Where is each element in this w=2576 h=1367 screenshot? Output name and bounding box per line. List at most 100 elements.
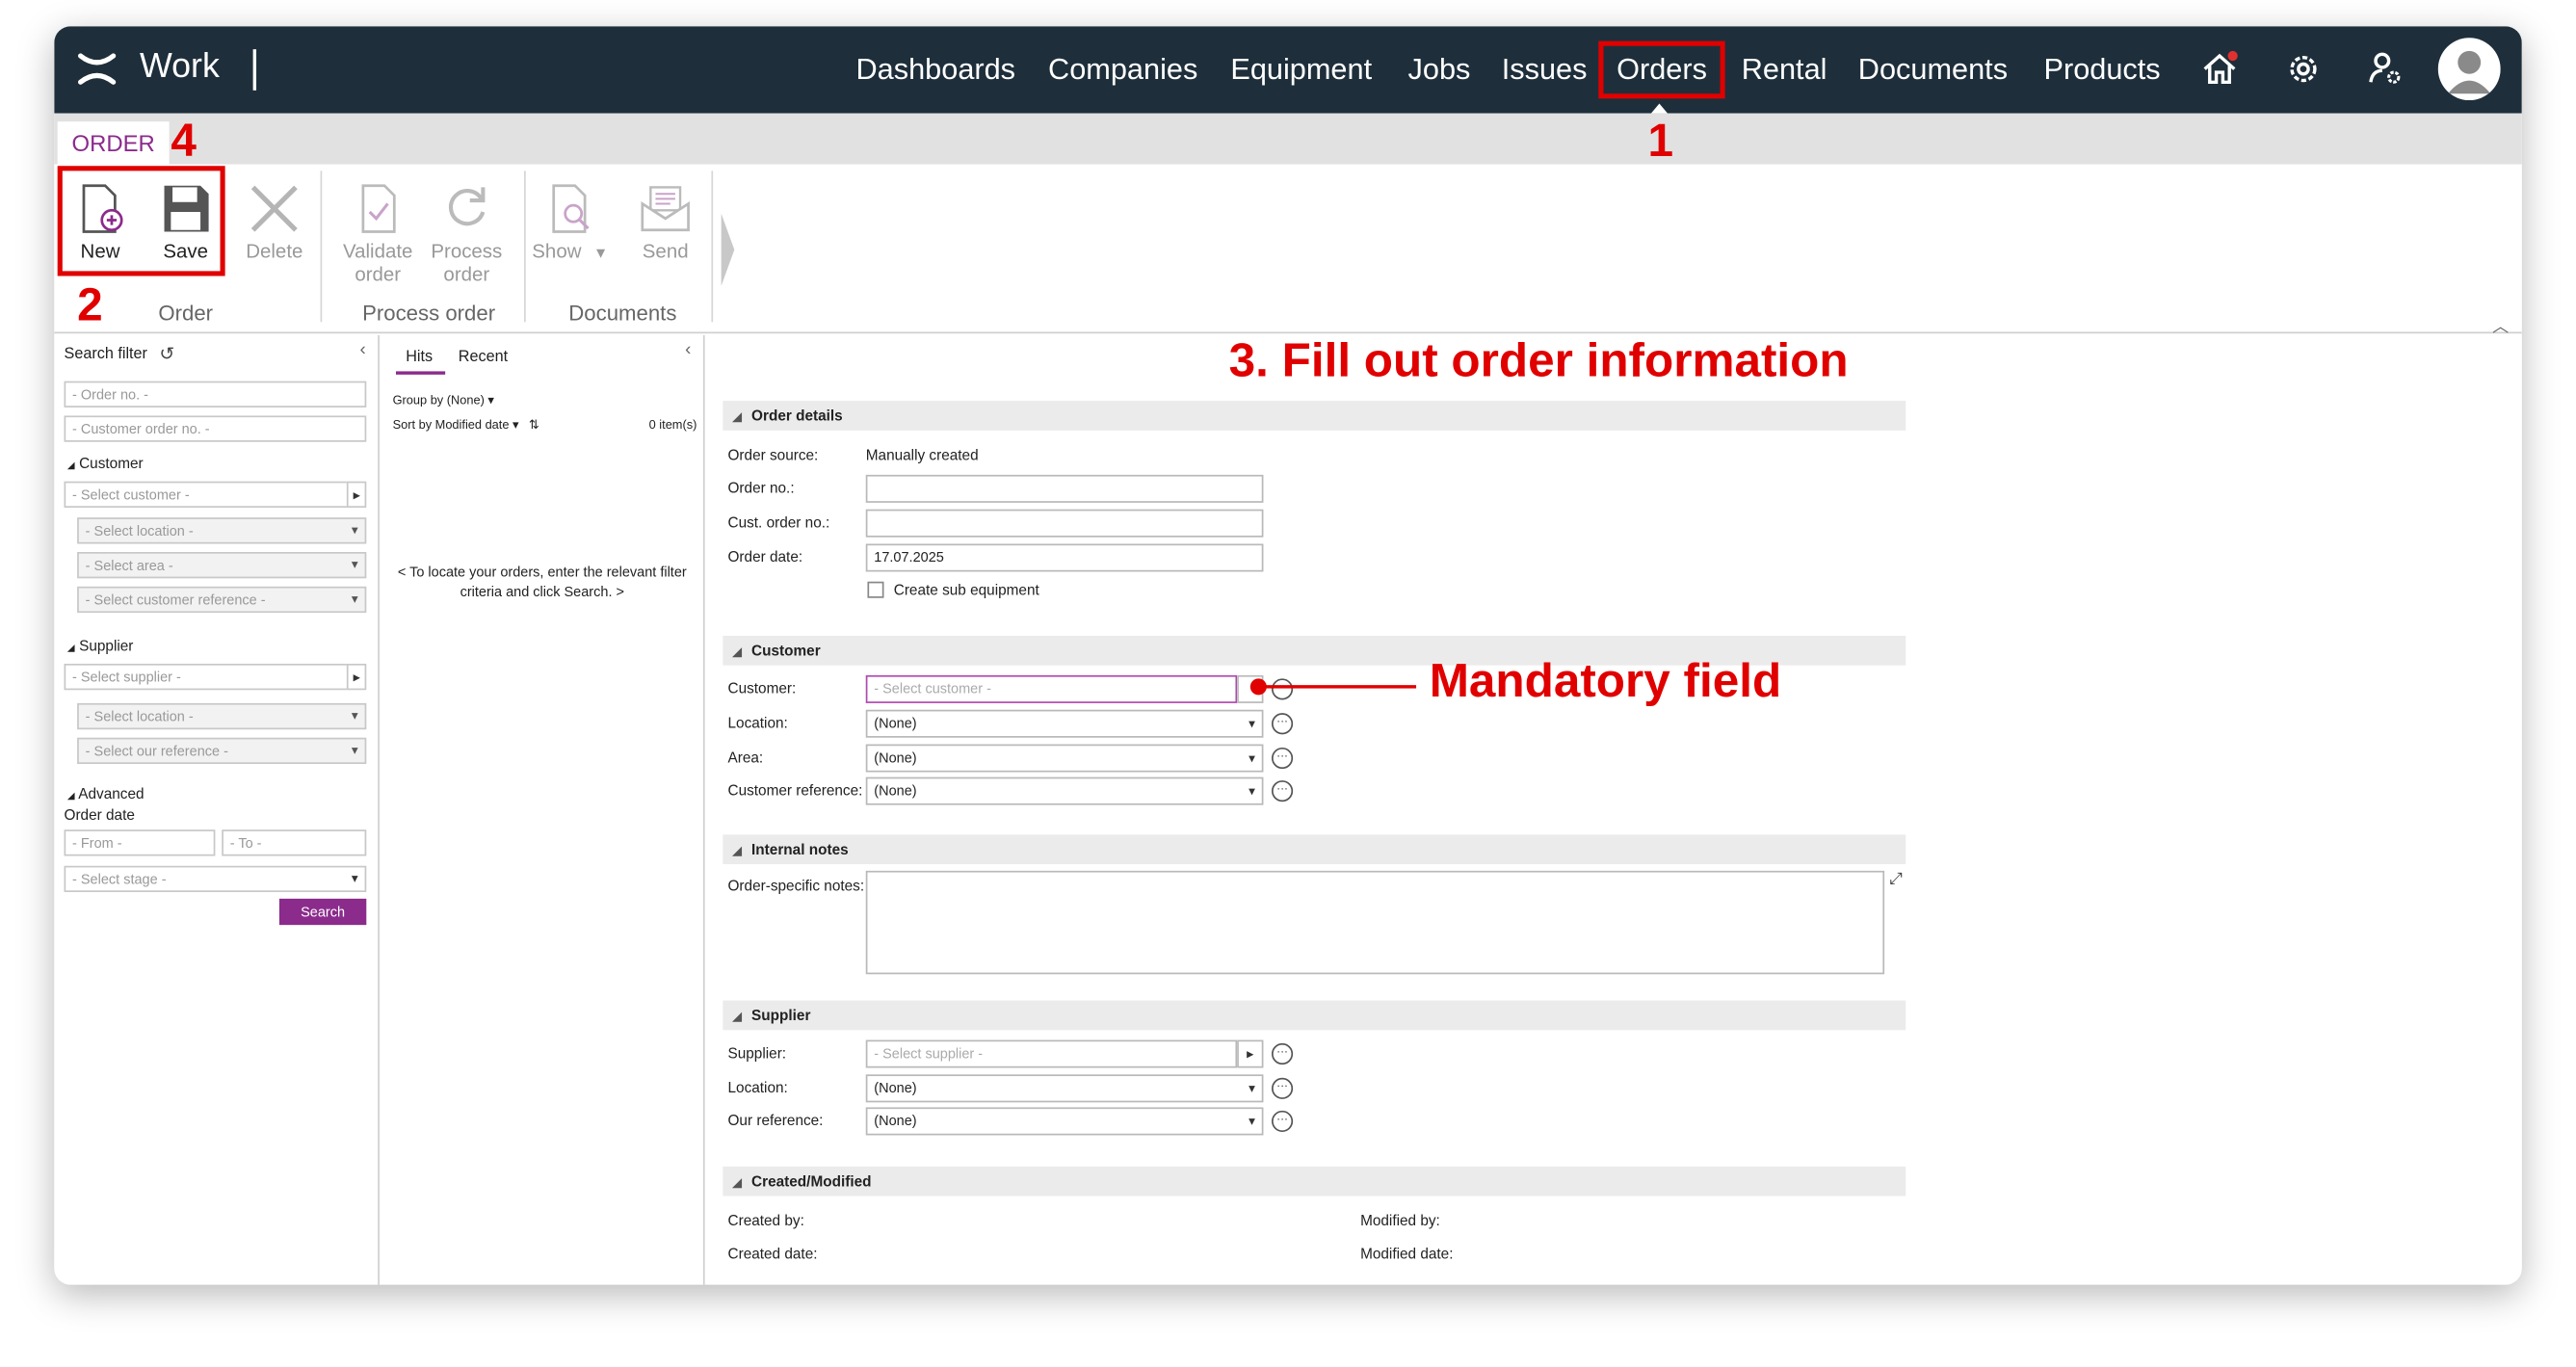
supplier-more-options-icon[interactable]: ···: [1271, 1042, 1294, 1065]
collapse-ribbon-chevron-up-icon[interactable]: ︿: [2492, 312, 2509, 337]
delete-x-icon: [250, 185, 298, 232]
order-no-label: Order no.:: [727, 479, 795, 497]
customer-reference-more-options-icon[interactable]: ···: [1271, 780, 1294, 802]
ribbon-expand-chevron-icon[interactable]: [718, 210, 737, 289]
order-source-value: Manually created: [865, 446, 979, 463]
order-no-input[interactable]: [865, 474, 1264, 503]
select-area-filter[interactable]: - Select area -: [77, 552, 367, 579]
home-icon[interactable]: [2198, 47, 2241, 90]
ribbon-group-process-order: Process order: [362, 301, 496, 326]
our-reference-more-options-icon[interactable]: ···: [1271, 1110, 1294, 1133]
collapse-results-chevron-icon[interactable]: ‹: [685, 340, 691, 359]
nav-dashboards[interactable]: Dashboards: [856, 53, 1016, 88]
order-date-field-label: Order date:: [727, 548, 803, 565]
select-our-reference-filter[interactable]: - Select our reference -: [77, 737, 367, 765]
select-stage-filter[interactable]: - Select stage - ▾: [64, 865, 367, 893]
delete-button-label: Delete: [246, 239, 303, 263]
nav-issues[interactable]: Issues: [1502, 53, 1588, 88]
ribbon-group-order: Order: [158, 301, 214, 326]
process-order-button[interactable]: Process order: [426, 181, 508, 286]
nav-documents[interactable]: Documents: [1858, 53, 2008, 88]
select-location-filter[interactable]: - Select location -: [77, 517, 367, 544]
reset-filter-icon[interactable]: ↺: [159, 343, 174, 364]
supplier-lookup-arrow-icon[interactable]: ▸: [346, 663, 367, 691]
delete-button[interactable]: Delete: [238, 181, 310, 263]
customer-reference-label: Customer reference:: [727, 781, 863, 799]
create-sub-equipment-checkbox[interactable]: [867, 581, 884, 598]
show-button[interactable]: Show ▼: [527, 181, 613, 265]
select-stage-placeholder: - Select stage -: [72, 870, 167, 887]
tab-recent[interactable]: Recent: [459, 349, 508, 367]
cust-order-no-input[interactable]: [865, 509, 1264, 538]
validate-order-button[interactable]: Validate order: [337, 181, 419, 286]
group-by-dropdown[interactable]: Group by (None) ▾: [393, 393, 494, 407]
customer-section-title: Customer: [751, 642, 821, 659]
tab-hits[interactable]: Hits: [406, 349, 433, 367]
supplier-label: Supplier:: [727, 1044, 787, 1062]
gear-icon[interactable]: [2282, 47, 2325, 90]
select-supplier-filter[interactable]: - Select supplier -: [64, 663, 351, 691]
created-by-label: Created by:: [727, 1212, 804, 1229]
order-date-from-input[interactable]: - From -: [64, 829, 216, 856]
order-date-input[interactable]: 17.07.2025: [865, 543, 1264, 572]
supplier-section-toggle[interactable]: ◢ Supplier: [67, 638, 134, 654]
customer-select-input[interactable]: - Select customer -: [865, 674, 1238, 703]
area-select[interactable]: (None): [865, 744, 1264, 773]
order-notes-label: Order-specific notes:: [727, 877, 865, 894]
nav-jobs[interactable]: Jobs: [1408, 53, 1471, 88]
ribbon-divider: [320, 171, 323, 323]
nav-products[interactable]: Products: [2044, 53, 2161, 88]
section-created-modified[interactable]: ◢ Created/Modified: [723, 1166, 1906, 1196]
section-supplier[interactable]: ◢ Supplier: [723, 1000, 1906, 1031]
location-select[interactable]: (None): [865, 709, 1264, 738]
customer-section-label: Customer: [79, 455, 144, 472]
select-supplier-location-filter[interactable]: - Select location -: [77, 702, 367, 730]
select-customer-filter[interactable]: - Select customer -: [64, 481, 351, 508]
send-button[interactable]: Send: [629, 181, 701, 263]
supplier-select-input[interactable]: - Select supplier -: [865, 1039, 1238, 1068]
nav-rental[interactable]: Rental: [1742, 53, 1827, 88]
advanced-section-toggle[interactable]: ◢ Advanced: [67, 785, 145, 802]
order-no-filter-input[interactable]: - Order no. -: [64, 381, 367, 407]
sort-by-dropdown[interactable]: Sort by Modified date ▾ ⇅: [393, 417, 539, 432]
step-1-label: 1: [1647, 115, 1674, 167]
location-label: Location:: [727, 714, 788, 731]
our-reference-select[interactable]: (None): [865, 1107, 1264, 1136]
supplier-location-more-options-icon[interactable]: ···: [1271, 1077, 1294, 1099]
supplier-section-label: Supplier: [79, 637, 134, 654]
sort-by-chevron-down-icon: ▾: [513, 417, 519, 433]
order-notes-textarea[interactable]: [865, 870, 1885, 975]
avatar[interactable]: [2437, 38, 2501, 101]
advanced-section-label: Advanced: [78, 785, 145, 802]
section-order-details[interactable]: ◢ Order details: [723, 401, 1906, 431]
collapse-panel-chevron-icon[interactable]: ‹: [359, 340, 365, 359]
sort-order-icon[interactable]: ⇅: [529, 417, 539, 432]
user-settings-icon[interactable]: [2364, 47, 2406, 90]
section-internal-notes[interactable]: ◢ Internal notes: [723, 834, 1906, 865]
expand-notes-icon[interactable]: ⤢: [1889, 871, 1903, 889]
supplier-location-select[interactable]: (None): [865, 1074, 1264, 1103]
customer-more-options-icon[interactable]: ···: [1271, 678, 1294, 700]
step-3-label: 3. Fill out order information: [1228, 334, 1849, 388]
customer-section-toggle[interactable]: ◢ Customer: [67, 455, 144, 471]
customer-order-no-filter-input[interactable]: - Customer order no. -: [64, 415, 367, 442]
show-button-label: Show: [532, 239, 582, 263]
order-date-to-input[interactable]: - To -: [222, 829, 367, 856]
tab-order[interactable]: ORDER: [57, 121, 170, 167]
select-customer-reference-filter[interactable]: - Select customer reference -: [77, 586, 367, 614]
ribbon-divider: [524, 171, 526, 323]
empty-message-line2: criteria and click Search. >: [460, 583, 624, 600]
ribbon-toolbar: New Save Delete Order Validate order Pro…: [54, 164, 2522, 337]
search-button[interactable]: Search: [278, 898, 367, 926]
location-more-options-icon[interactable]: ···: [1271, 713, 1294, 735]
ribbon-divider: [711, 171, 714, 323]
validate-label-line2: order: [355, 262, 402, 286]
refresh-icon: [448, 187, 486, 226]
customer-lookup-arrow-icon[interactable]: ▸: [346, 481, 367, 508]
area-more-options-icon[interactable]: ···: [1271, 747, 1294, 770]
empty-message-line1: < To locate your orders, enter the relev…: [397, 563, 687, 581]
nav-equipment[interactable]: Equipment: [1230, 53, 1372, 88]
supplier-lookup-arrow-icon[interactable]: ▸: [1237, 1039, 1264, 1068]
nav-companies[interactable]: Companies: [1048, 53, 1197, 88]
customer-reference-select[interactable]: (None): [865, 776, 1264, 805]
